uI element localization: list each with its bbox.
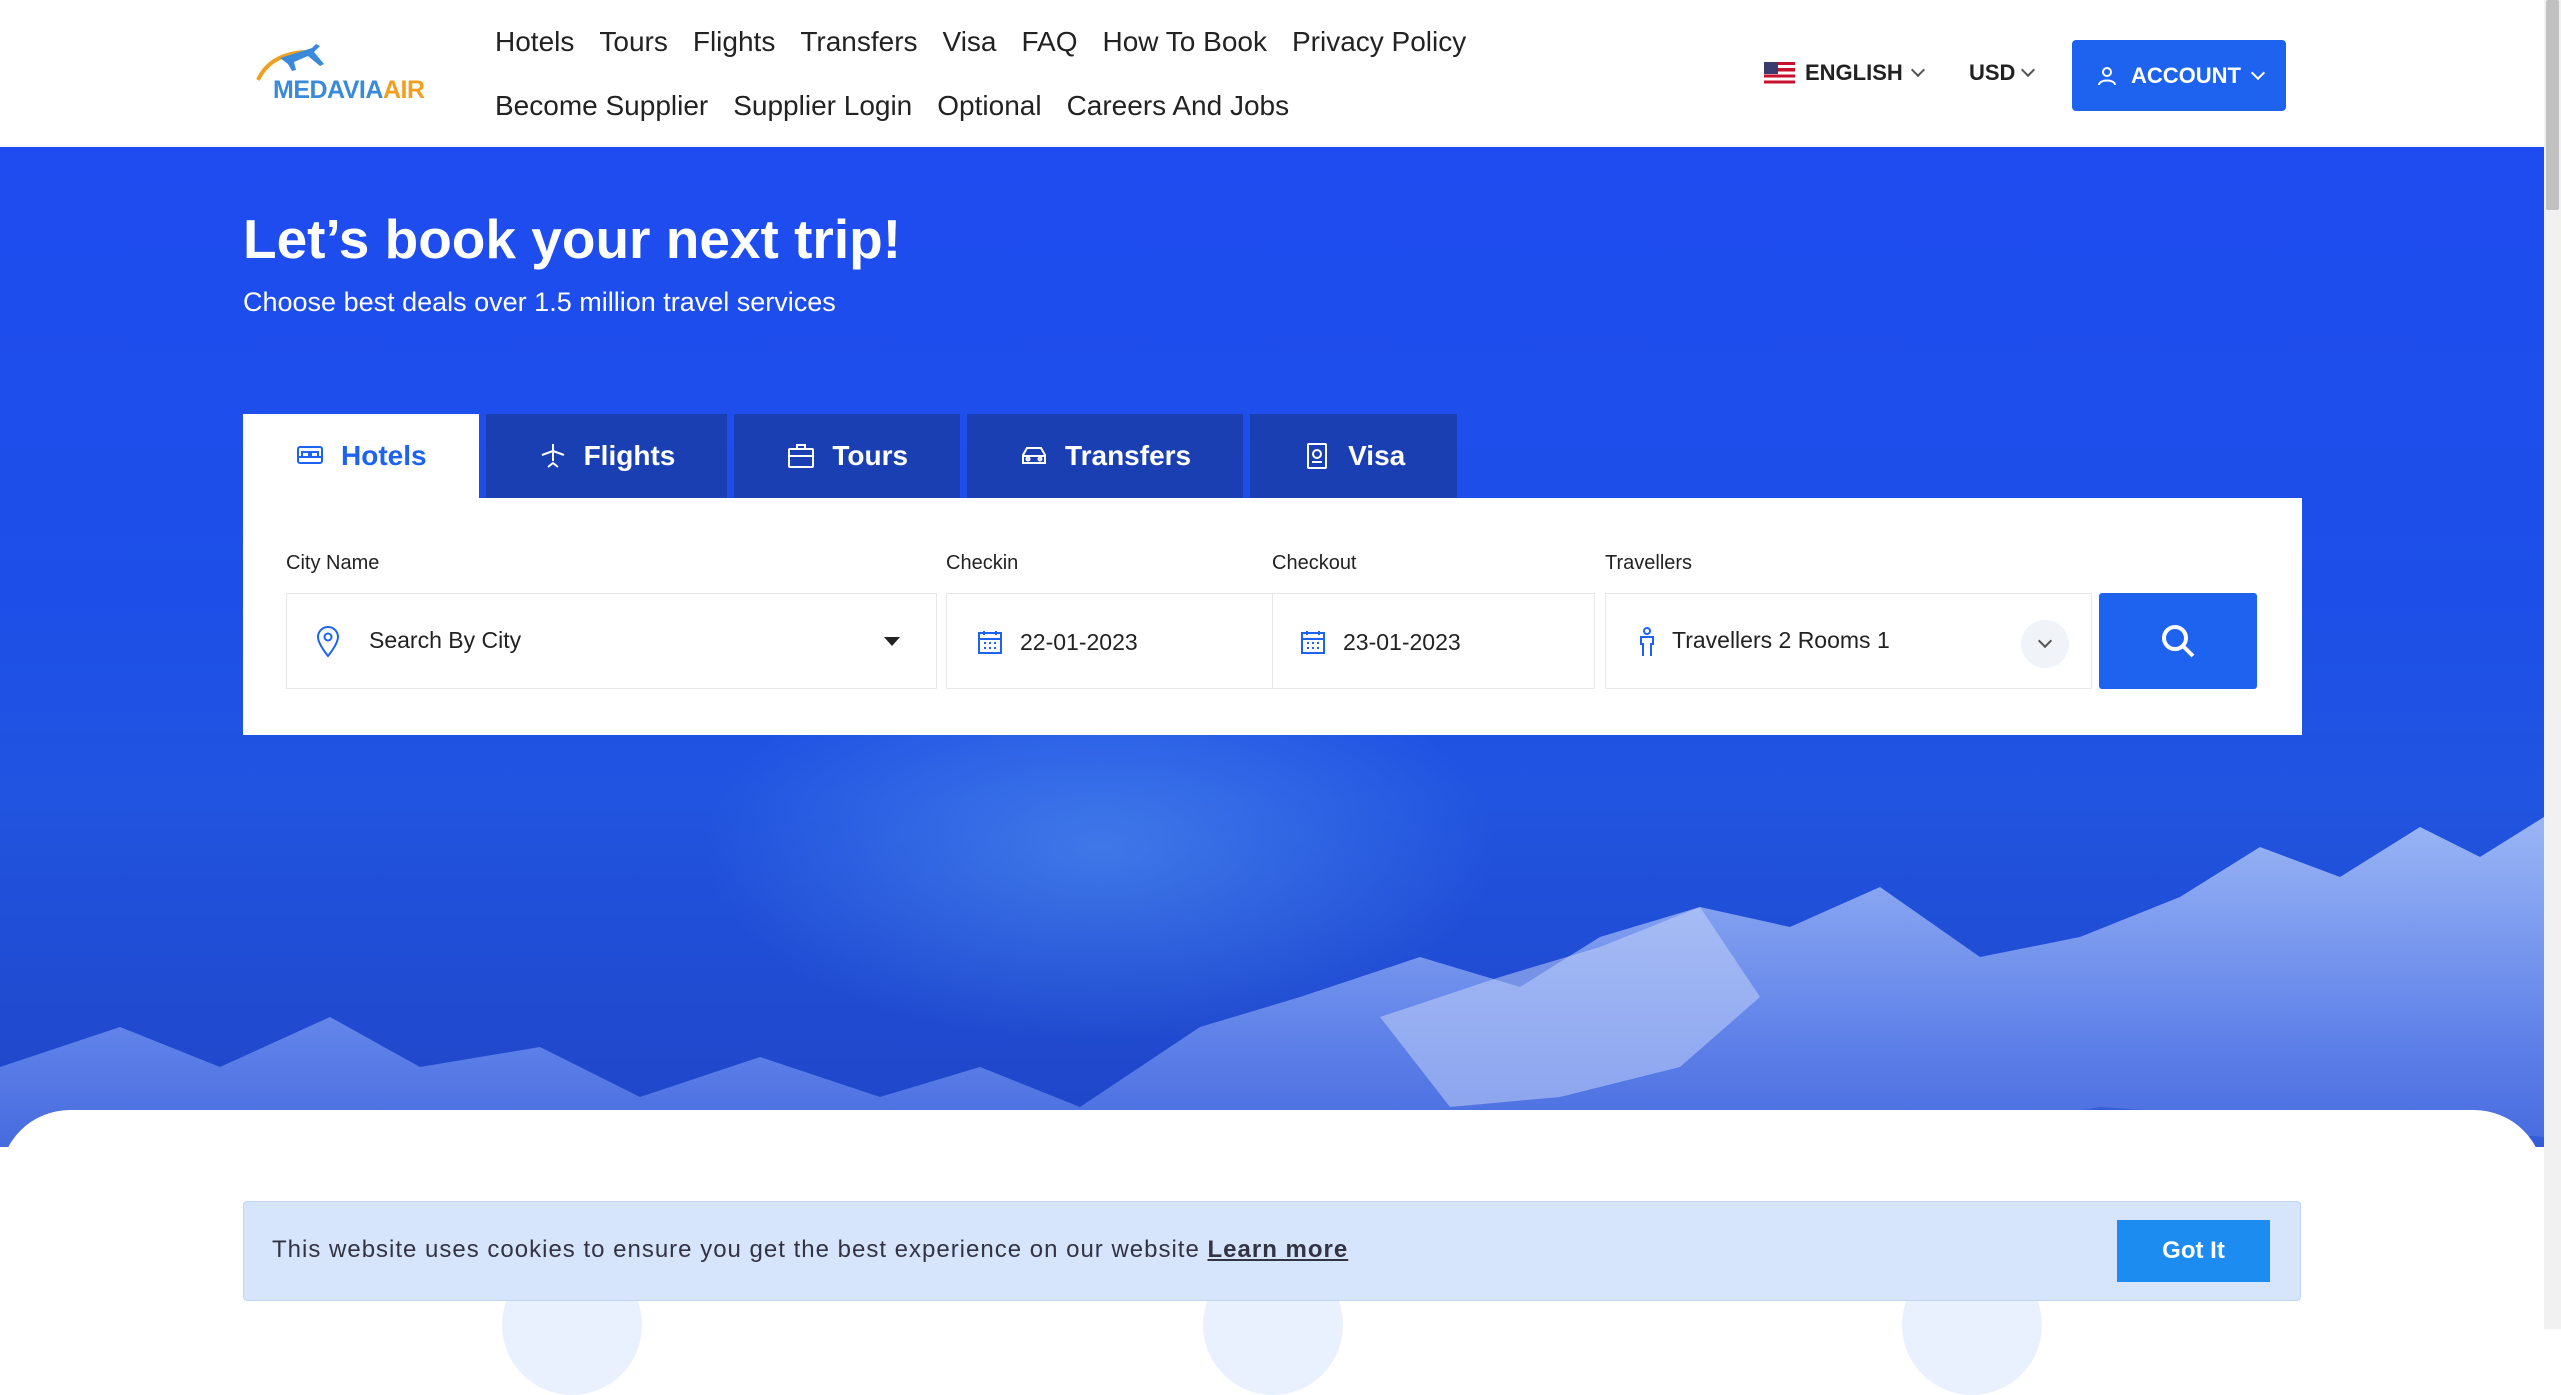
plane-icon [541,444,564,468]
tab-visa[interactable]: Visa [1250,414,1458,498]
travellers-field[interactable]: Travellers 2 Rooms 1 [1605,593,2092,689]
logo[interactable]: MEDAVIAAIR [245,40,425,106]
hotel-search-form: City Name Checkin Checkout Travellers Se… [243,498,2302,735]
chevron-down-icon [1910,62,1925,78]
site-header: MEDAVIAAIR Hotels Tours Flights Transfer… [0,0,2544,147]
nav-how-to-book[interactable]: How To Book [1103,24,1267,60]
main-nav: Hotels Tours Flights Transfers Visa FAQ … [495,24,1491,60]
chevron-down-icon [2037,633,2053,649]
nav-careers-and-jobs[interactable]: Careers And Jobs [1067,88,1290,124]
page-scrollbar[interactable] [2544,0,2561,1329]
calendar-icon [978,631,1002,654]
nav-optional[interactable]: Optional [937,88,1041,124]
tab-label: Hotels [341,440,427,471]
tab-transfers[interactable]: Transfers [967,414,1244,498]
calendar-icon [1301,631,1325,654]
checkin-label: Checkin [946,552,1019,574]
city-label: City Name [286,552,380,574]
got-it-button[interactable]: Got It [2117,1220,2270,1282]
briefcase-icon [788,444,815,468]
tab-label: Tours [832,440,909,471]
secondary-nav: Become Supplier Supplier Login Optional … [495,88,1314,124]
travellers-label: Travellers [1605,552,1693,574]
scrollbar-thumb[interactable] [2546,0,2559,210]
learn-more-link[interactable]: Learn more [1208,1236,1349,1263]
checkout-value: 23-01-2023 [1343,629,1461,655]
map-pin-icon [316,626,340,658]
nav-faq[interactable]: FAQ [1022,24,1078,60]
dropdown-caret-icon [884,637,900,646]
passport-icon [1307,443,1328,469]
tab-label: Visa [1348,440,1406,471]
search-icon [2162,625,2195,658]
hero-subtitle: Choose best deals over 1.5 million trave… [243,287,836,317]
nav-flights[interactable]: Flights [693,24,775,60]
language-label: ENGLISH [1805,60,1903,85]
bed-icon [297,446,323,464]
us-flag-icon [1764,62,1795,84]
cookie-banner: This website uses cookies to ensure you … [243,1201,2301,1301]
city-placeholder: Search By City [369,627,522,653]
travellers-toggle[interactable] [2021,620,2069,668]
car-icon [1022,447,1047,464]
user-icon [2098,66,2116,85]
person-icon [1640,627,1654,656]
tab-hotels[interactable]: Hotels [243,414,479,498]
checkin-value: 22-01-2023 [1020,629,1138,655]
checkout-field[interactable]: 23-01-2023 [1272,593,1595,689]
nav-supplier-login[interactable]: Supplier Login [733,88,912,124]
search-button[interactable] [2099,593,2257,689]
nav-hotels[interactable]: Hotels [495,24,574,60]
chevron-down-icon [2021,62,2036,78]
search-tabs: Hotels Flights Tours Transfers Visa [243,414,1458,498]
chevron-down-icon [2250,65,2266,80]
nav-become-supplier[interactable]: Become Supplier [495,88,708,124]
tab-tours[interactable]: Tours [734,414,961,498]
nav-privacy-policy[interactable]: Privacy Policy [1292,24,1466,60]
checkout-label: Checkout [1272,552,1357,574]
tab-label: Transfers [1065,440,1192,471]
travellers-summary: Travellers 2 Rooms 1 [1672,627,1890,653]
logo-text: MEDAVIAAIR [273,76,425,104]
checkin-field[interactable]: 22-01-2023 [946,593,1272,689]
hero-section: Let’s book your next trip! Choose best d… [0,147,2544,1147]
currency-label: USD [1969,60,2016,85]
nav-visa[interactable]: Visa [943,24,997,60]
currency-selector[interactable]: USD [1969,60,2036,86]
mountains-background [0,817,2544,1147]
tab-label: Flights [583,440,676,471]
account-button[interactable]: ACCOUNT [2072,40,2286,111]
hero-title: Let’s book your next trip! [243,208,902,270]
nav-tours[interactable]: Tours [599,24,667,60]
city-select[interactable]: Search By City [286,593,937,689]
nav-transfers[interactable]: Transfers [800,24,917,60]
tab-flights[interactable]: Flights [485,414,728,498]
cookie-message: This website uses cookies to ensure you … [272,1236,1349,1263]
account-label: ACCOUNT [2131,62,2241,88]
language-selector[interactable]: ENGLISH [1764,60,1925,86]
